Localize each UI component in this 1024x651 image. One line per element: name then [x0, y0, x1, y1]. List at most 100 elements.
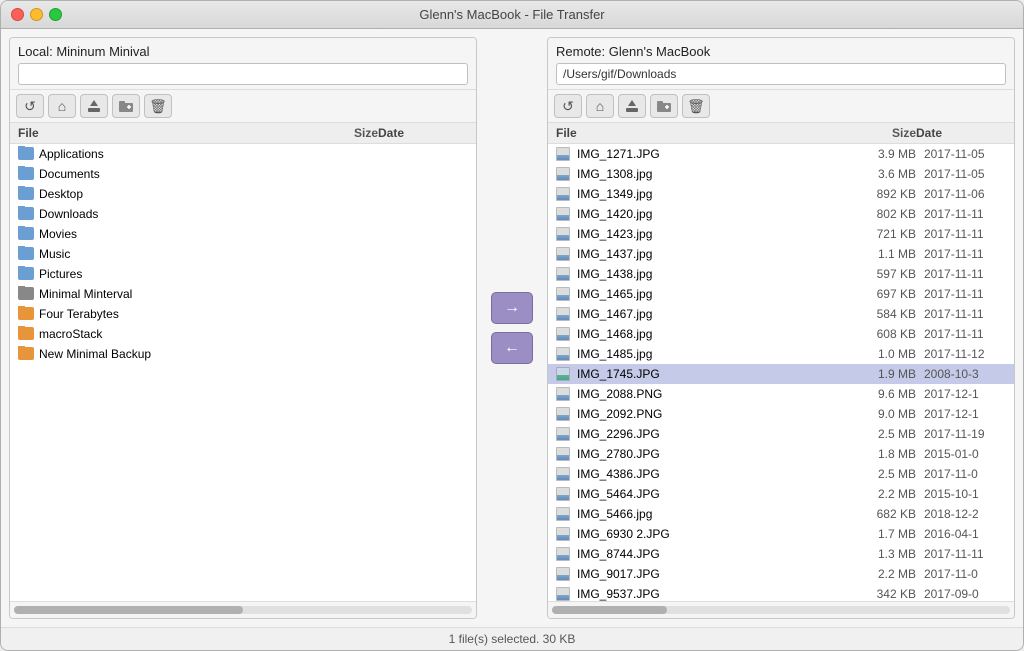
table-row[interactable]: IMG_2092.PNG9.0 MB2017-12-1: [548, 404, 1014, 424]
close-button[interactable]: [11, 8, 24, 21]
table-row[interactable]: IMG_1423.jpg721 KB2017-11-11: [548, 224, 1014, 244]
table-row[interactable]: IMG_1308.jpg3.6 MB2017-11-05: [548, 164, 1014, 184]
table-row[interactable]: Pictures: [10, 264, 476, 284]
right-toolbar: ↺ ⌂ 🗑: [548, 90, 1014, 123]
minimize-button[interactable]: [30, 8, 43, 21]
right-newfolder-button[interactable]: [650, 94, 678, 118]
file-size: 2.2 MB: [846, 487, 916, 501]
image-icon: [556, 527, 570, 541]
left-scrollbar[interactable]: [14, 606, 472, 614]
table-row[interactable]: Minimal Minterval: [10, 284, 476, 304]
image-icon: [556, 207, 570, 221]
file-name: IMG_6930 2.JPG: [556, 526, 846, 542]
file-name: IMG_1438.jpg: [556, 266, 846, 282]
file-date: 2017-11-11: [916, 327, 1006, 341]
table-row[interactable]: macroStack: [10, 324, 476, 344]
folder-icon: [18, 307, 34, 320]
left-delete-button[interactable]: 🗑: [144, 94, 172, 118]
right-refresh-button[interactable]: ↺: [554, 94, 582, 118]
image-icon: [556, 407, 570, 421]
table-row[interactable]: IMG_5466.jpg682 KB2018-12-2: [548, 504, 1014, 524]
window-controls: [11, 8, 62, 21]
folder-icon: [18, 327, 34, 340]
image-icon: [556, 167, 570, 181]
right-delete-button[interactable]: 🗑: [682, 94, 710, 118]
table-row[interactable]: IMG_8744.JPG1.3 MB2017-11-11: [548, 544, 1014, 564]
left-upload-button[interactable]: [80, 94, 108, 118]
file-name: Music: [18, 246, 308, 262]
table-row[interactable]: Downloads: [10, 204, 476, 224]
table-row[interactable]: IMG_2088.PNG9.6 MB2017-12-1: [548, 384, 1014, 404]
left-pane-bottom: [10, 601, 476, 618]
file-name: IMG_2088.PNG: [556, 386, 846, 402]
right-home-button[interactable]: ⌂: [586, 94, 614, 118]
table-row[interactable]: Documents: [10, 164, 476, 184]
image-icon: [556, 487, 570, 501]
file-date: 2017-11-11: [916, 267, 1006, 281]
left-path-input[interactable]: [18, 63, 468, 85]
image-icon: [556, 347, 570, 361]
file-size: 608 KB: [846, 327, 916, 341]
image-icon: [556, 567, 570, 581]
table-row[interactable]: Four Terabytes: [10, 304, 476, 324]
maximize-button[interactable]: [49, 8, 62, 21]
file-name: IMG_2780.JPG: [556, 446, 846, 462]
file-size: 1.1 MB: [846, 247, 916, 261]
right-path-input[interactable]: [556, 63, 1006, 85]
table-row[interactable]: IMG_1468.jpg608 KB2017-11-11: [548, 324, 1014, 344]
left-newfolder-button[interactable]: [112, 94, 140, 118]
file-date: 2017-11-05: [916, 167, 1006, 181]
file-name: IMG_9537.JPG: [556, 586, 846, 601]
file-name: Applications: [18, 146, 308, 162]
table-row[interactable]: IMG_2780.JPG1.8 MB2015-01-0: [548, 444, 1014, 464]
table-row[interactable]: Applications: [10, 144, 476, 164]
image-icon: [556, 467, 570, 481]
image-icon: [556, 187, 570, 201]
table-row[interactable]: IMG_1349.jpg892 KB2017-11-06: [548, 184, 1014, 204]
table-row[interactable]: Music: [10, 244, 476, 264]
image-icon: [556, 327, 570, 341]
table-row[interactable]: IMG_2296.JPG2.5 MB2017-11-19: [548, 424, 1014, 444]
table-row[interactable]: IMG_1745.JPG1.9 MB2008-10-3: [548, 364, 1014, 384]
file-date: 2015-01-0: [916, 447, 1006, 461]
file-size: 1.8 MB: [846, 447, 916, 461]
table-row[interactable]: IMG_6930 2.JPG1.7 MB2016-04-1: [548, 524, 1014, 544]
file-size: 1.0 MB: [846, 347, 916, 361]
file-name: Movies: [18, 226, 308, 242]
image-icon: [556, 247, 570, 261]
transfer-right-button[interactable]: →: [491, 292, 533, 324]
file-name: IMG_5466.jpg: [556, 506, 846, 522]
file-name: IMG_2092.PNG: [556, 406, 846, 422]
file-size: 3.6 MB: [846, 167, 916, 181]
transfer-left-button[interactable]: ←: [491, 332, 533, 364]
table-row[interactable]: IMG_5464.JPG2.2 MB2015-10-1: [548, 484, 1014, 504]
main-window: Glenn's MacBook - File Transfer Local: M…: [0, 0, 1024, 651]
left-refresh-button[interactable]: ↺: [16, 94, 44, 118]
table-row[interactable]: IMG_1437.jpg1.1 MB2017-11-11: [548, 244, 1014, 264]
left-home-button[interactable]: ⌂: [48, 94, 76, 118]
table-row[interactable]: IMG_1467.jpg584 KB2017-11-11: [548, 304, 1014, 324]
image-icon: [556, 227, 570, 241]
table-row[interactable]: Desktop: [10, 184, 476, 204]
right-scrollbar[interactable]: [552, 606, 1010, 614]
file-name: IMG_4386.JPG: [556, 466, 846, 482]
table-row[interactable]: IMG_4386.JPG2.5 MB2017-11-0: [548, 464, 1014, 484]
file-size: 2.5 MB: [846, 467, 916, 481]
table-row[interactable]: IMG_1271.JPG3.9 MB2017-11-05: [548, 144, 1014, 164]
main-content: Local: Mininum Minival ↺ ⌂: [1, 29, 1023, 627]
table-row[interactable]: IMG_1465.jpg697 KB2017-11-11: [548, 284, 1014, 304]
table-row[interactable]: IMG_9017.JPG2.2 MB2017-11-0: [548, 564, 1014, 584]
right-upload-button[interactable]: [618, 94, 646, 118]
title-bar: Glenn's MacBook - File Transfer: [1, 1, 1023, 29]
folder-icon: [18, 347, 34, 360]
table-row[interactable]: Movies: [10, 224, 476, 244]
table-row[interactable]: IMG_1438.jpg597 KB2017-11-11: [548, 264, 1014, 284]
table-row[interactable]: New Minimal Backup: [10, 344, 476, 364]
left-file-list-header: File Size Date: [10, 123, 476, 144]
file-date: 2017-11-0: [916, 567, 1006, 581]
file-name: IMG_1423.jpg: [556, 226, 846, 242]
table-row[interactable]: IMG_1420.jpg802 KB2017-11-11: [548, 204, 1014, 224]
table-row[interactable]: IMG_1485.jpg1.0 MB2017-11-12: [548, 344, 1014, 364]
table-row[interactable]: IMG_9537.JPG342 KB2017-09-0: [548, 584, 1014, 601]
file-date: 2008-10-3: [916, 367, 1006, 381]
